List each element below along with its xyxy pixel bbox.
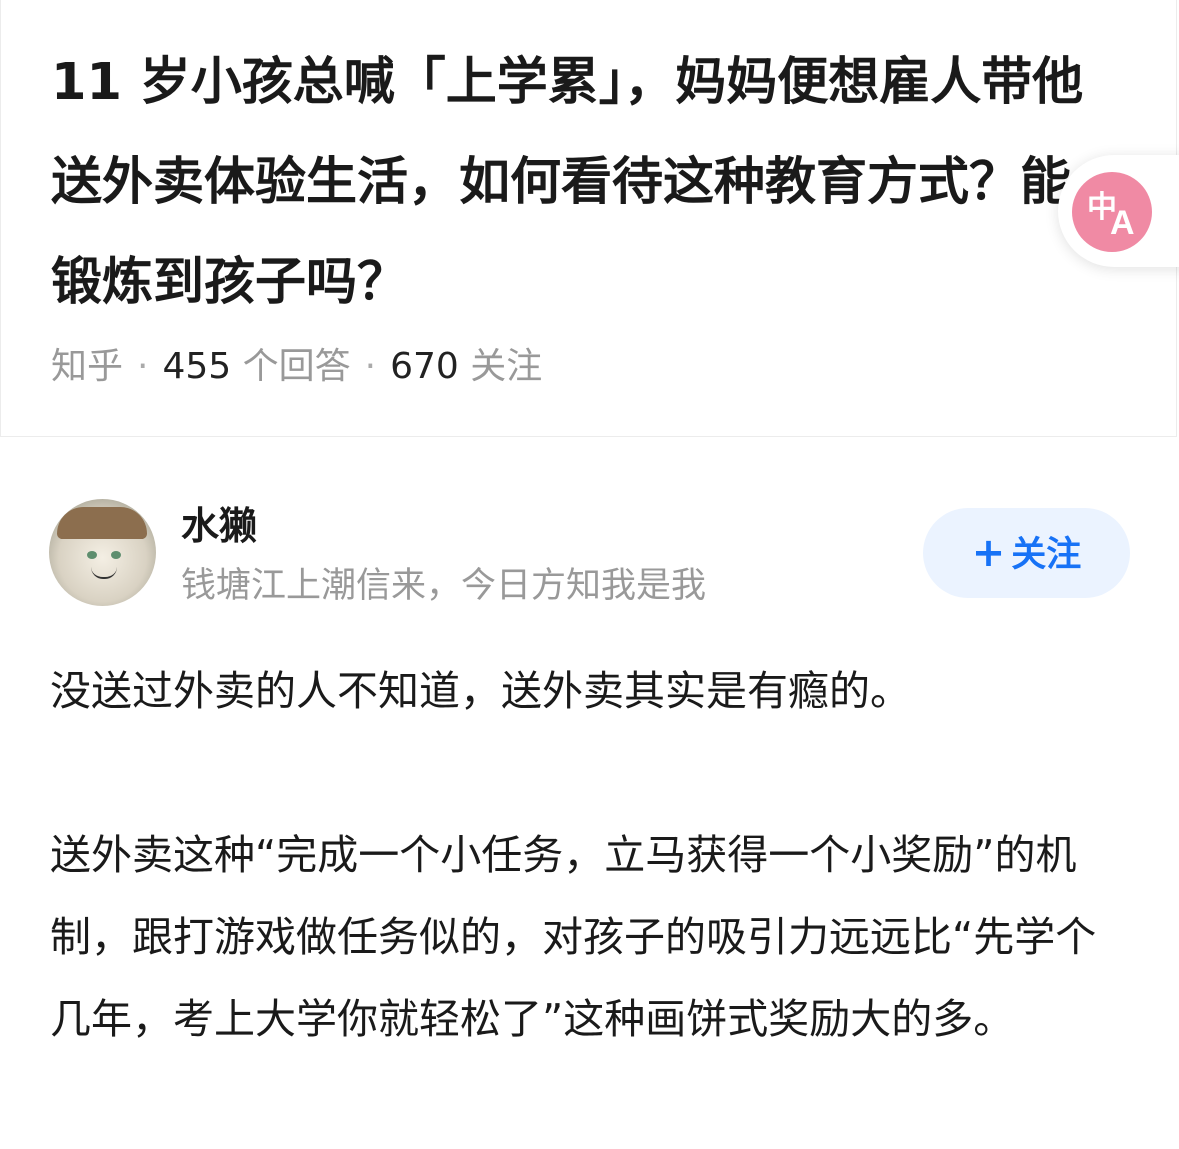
author-bio: 钱塘江上潮信来，今日方知我是我: [181, 566, 707, 606]
source-label: 知乎: [51, 346, 124, 387]
answer-paragraph: 送外卖这种“完成一个小任务，立马获得一个小奖励”的机制，跟打游戏做任务似的，对孩…: [50, 831, 1097, 1043]
translate-icon[interactable]: 中 A: [1072, 172, 1152, 252]
author-name[interactable]: 水獭: [181, 502, 257, 550]
followers-count: 670: [390, 346, 459, 387]
avatar-mouth: [91, 567, 117, 579]
meta-separator: ·: [364, 346, 377, 387]
avatar-eye: [111, 551, 121, 559]
meta-separator: ·: [137, 346, 149, 387]
translate-a-glyph: A: [1110, 204, 1135, 242]
answers-label: 个回答: [242, 346, 351, 387]
translate-button[interactable]: 中 A: [1058, 155, 1179, 267]
question-card[interactable]: 11 岁小孩总喊「上学累」，妈妈便想雇人带他送外卖体验生活，如何看待这种教育方式…: [0, 0, 1177, 437]
question-meta: 知乎 · 455 个回答 · 670 关注: [51, 343, 542, 391]
answer-body[interactable]: 没送过外卖的人不知道，送外卖其实是有瘾的。 送外卖这种“完成一个小任务，立马获得…: [50, 650, 1130, 1060]
answer-paragraph: 没送过外卖的人不知道，送外卖其实是有瘾的。: [50, 667, 911, 715]
plus-icon: +: [971, 530, 1006, 576]
follow-button-label: 关注: [1011, 535, 1082, 575]
avatar-hat-shape: [57, 507, 147, 539]
answers-count: 455: [162, 346, 232, 387]
follow-button[interactable]: + 关注: [923, 508, 1130, 598]
avatar-eye: [87, 551, 97, 559]
followers-label: 关注: [470, 346, 543, 387]
question-title[interactable]: 11 岁小孩总喊「上学累」，妈妈便想雇人带他送外卖体验生活，如何看待这种教育方式…: [51, 33, 1111, 333]
avatar[interactable]: [49, 499, 156, 606]
zhihu-answer-page: 11 岁小孩总喊「上学累」，妈妈便想雇人带他送外卖体验生活，如何看待这种教育方式…: [0, 0, 1179, 1149]
